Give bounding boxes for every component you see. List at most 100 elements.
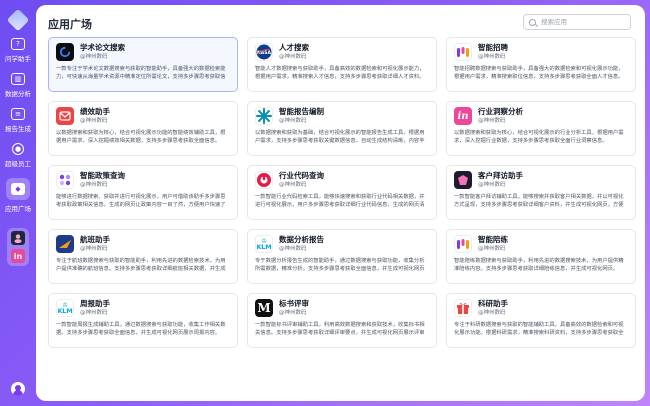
app-card[interactable]: NASA 人才搜索 @神州数码 智能人才数据搜索与获取助手，具备高效的数据检索和… [247,37,437,92]
chat-icon: ? [11,38,25,50]
app-card[interactable]: 行业代码查询 @神州数码 一款智能行业代码检索工具，能够快速搜索和获取行业代码相… [247,165,437,220]
card-description: 以数据搜索和获取为基础，结合可视化展示的智能报告生成工具，根据用户需求，支持多步… [255,130,425,144]
card-meta: 智能陪练 @神州数码 [478,235,508,253]
card-author: @神州数码 [478,182,506,188]
card-author: @神州数码 [478,54,506,60]
pinned-app-in-icon[interactable]: in [11,249,25,263]
card-title: 学术论文搜索 [80,43,125,52]
app-card[interactable]: 航班助手 @神州数码 专注于航班数据搜索与获取的智能助手，利用先进的数据检索技术… [48,229,238,284]
card-title: 智能报告编制 [279,107,324,116]
card-title: 人才搜索 [279,43,309,52]
card-header: NASA 人才搜索 @神州数码 [255,43,429,61]
card-header: in 行业洞察分析 @神州数码 [454,107,628,125]
card-meta: 行业代码查询 @神州数码 [279,171,324,189]
card-author: @神州数码 [80,118,108,124]
user-avatar-icon[interactable] [11,382,25,396]
card-author: @神州数码 [80,310,108,316]
app-grid: 学术论文搜索 @神州数码 一款专注于学术论文数据搜索与获取的智能助手，具备强大的… [48,37,636,348]
card-header: 智能报告编制 @神州数码 [255,107,429,125]
page-title: 应用广场 [48,18,92,31]
card-title: 科研助手 [478,299,508,308]
card-title: 智能陪练 [478,235,508,244]
card-description: 专注于科研数据搜索与获取的智能辅助工具，具备高效的数据检索和可视化展示功能。根据… [454,322,624,336]
card-meta: 智能报告编制 @神州数码 [279,107,324,125]
card-meta: 航班助手 @神州数码 [80,235,110,253]
app-card[interactable]: 科研助手 @神州数码 专注于科研数据搜索与获取的智能辅助工具，具备高效的数据检索… [446,293,636,348]
app-card[interactable]: M 标书评审 @神州数码 一款智能标书评审辅助工具，利用高效数据搜索和获取技术，… [247,293,437,348]
sidebar-item-report-gen[interactable]: ≡ 报告生成 [2,108,34,133]
card-meta: 周报助手 @神州数码 [80,299,110,317]
card-description: 一款智能行业代码检索工具，能够快速搜索和获取行业代码相关数据，并进行可视化展示。… [255,194,425,208]
card-description: 能够进行数据搜索、获取并进行可视化展示，用户可借助该助手多步骤思考获取政策相关信… [56,194,226,208]
card-description: 一款智能标书评审辅助工具，利用高效数据搜索和获取技术，收集标书相关信息。支持多步… [255,322,425,336]
card-description: 一款智能周报生成辅助工具，通过数据搜索与获取功能，收集工作相关数据。支持多步骤思… [56,322,226,336]
klm-icon: ♔ KLM [255,235,273,253]
card-description: 一款智能客户拜访辅助工具，能够搜索并获取客户相关数据，并以可视化方式呈现，支持多… [454,194,624,208]
document-icon: ≡ [11,108,25,120]
card-header: 绩效助手 @神州数码 [56,107,230,125]
people-icon: ● [12,143,24,155]
card-author: @神州数码 [478,310,506,316]
card-meta: 绩效助手 @神州数码 [80,107,110,125]
search-input[interactable] [541,18,626,26]
card-header: ♔ KLM 周报助手 @神州数码 [56,299,230,317]
mail-icon [56,107,74,125]
sidebar-item-data-analysis[interactable]: ▥ 数据分析 [2,73,34,98]
card-title: 绩效助手 [80,107,110,116]
sidebar-item-label: 应用广场 [5,205,31,213]
card-header: 客户拜访助手 @神州数码 [454,171,628,189]
app-card[interactable]: 智能报告编制 @神州数码 以数据搜索和获取为基础，结合可视化展示的智能报告生成工… [247,101,437,156]
card-title: 行业洞察分析 [478,107,523,116]
card-title: 客户拜访助手 [478,171,523,180]
dots-icon [56,171,74,189]
app-card[interactable]: 绩效助手 @神州数码 以数据搜索和获取为核心，结合可视化展示功能的智能绩效辅助工… [48,101,238,156]
app-card[interactable]: 客户拜访助手 @神州数码 一款智能客户拜访辅助工具，能够搜索并获取客户相关数据，… [446,165,636,220]
card-title: 行业代码查询 [279,171,324,180]
app-card[interactable]: 智能政策查询 @神州数码 能够进行数据搜索、获取并进行可视化展示，用户可借助该助… [48,165,238,220]
search-icon [529,18,536,26]
card-meta: 智能招聘 @神州数码 [478,43,508,61]
app-card[interactable]: 智能陪练 @神州数码 智能陪练数据搜索与获取助手，利用先进的数据搜索技术，为用户… [446,229,636,284]
sidebar-item-app-plaza[interactable]: ◆ 应用广场 [2,178,34,213]
app-card[interactable]: 学术论文搜索 @神州数码 一款专注于学术论文数据搜索与获取的智能助手，具备强大的… [48,37,238,92]
search-box[interactable] [523,14,631,30]
card-meta: 科研助手 @神州数码 [478,299,508,317]
app-card[interactable]: ♔ KLM 数据分析报告 @神州数码 专于数据分析报告生成的智能助手，通过数据搜索… [247,229,437,284]
card-author: @神州数码 [80,182,108,188]
card-author: @神州数码 [80,54,108,60]
main-panel: 应用广场 学术论文搜索 @神州数码 一款专注于学术论文数据搜索与获取的智能助手，… [36,5,645,401]
card-description: 以数据搜索和获取为核心，结合可视化展示功能的智能绩效辅助工具，根据用户需求，深入… [56,130,226,144]
pinned-apps: in [7,228,29,266]
card-header: 学术论文搜索 @神州数码 [56,43,230,61]
card-header: ♔ KLM 数据分析报告 @神州数码 [255,235,429,253]
app-card[interactable]: ♔ KLM 周报助手 @神州数码 一款智能周报生成辅助工具，通过数据搜索与获取功能… [48,293,238,348]
pinned-app-avatar-icon[interactable] [11,231,25,245]
card-meta: 学术论文搜索 @神州数码 [80,43,125,61]
crest-icon [454,171,472,189]
card-title: 智能招聘 [478,43,508,52]
card-title: 标书评审 [279,299,309,308]
card-description: 一款专注于学术论文数据搜索与获取的智能助手，具备强大的数据检索能力，可快速从海量… [56,66,226,80]
card-header: 智能招聘 @神州数码 [454,43,628,61]
card-title: 数据分析报告 [279,235,324,244]
card-description: 专于数据分析报告生成的智能助手，通过数据搜索与获取功能，收集分析所需数据，精准分… [255,258,425,272]
card-author: @神州数码 [80,246,108,252]
card-author: @神州数码 [478,246,506,252]
card-author: @神州数码 [279,54,307,60]
card-meta: 行业洞察分析 @神州数码 [478,107,523,125]
gift-icon [454,299,472,317]
apps-icon: ◆ [11,183,25,195]
card-header: 智能陪练 @神州数码 [454,235,628,253]
sidebar-item-qa-assistant[interactable]: ? 问学助手 [2,38,34,63]
card-title: 周报助手 [80,299,110,308]
card-meta: 客户拜访助手 @神州数码 [478,171,523,189]
card-header: 航班助手 @神州数码 [56,235,230,253]
app-logo[interactable] [6,8,30,32]
sidebar-item-super-staff[interactable]: ● 超级员工 [2,143,34,168]
card-meta: 智能政策查询 @神州数码 [80,171,125,189]
ring-icon [56,43,74,61]
card-header: 智能政策查询 @神州数码 [56,171,230,189]
app-card[interactable]: 智能招聘 @神州数码 智能招聘数据搜索与获取助手，具备强大的数据检索和可视化展示… [446,37,636,92]
asterisk-icon [255,107,273,125]
app-card[interactable]: in 行业洞察分析 @神州数码 以数据搜索和获取为核心，结合可视化展示的行业分析… [446,101,636,156]
